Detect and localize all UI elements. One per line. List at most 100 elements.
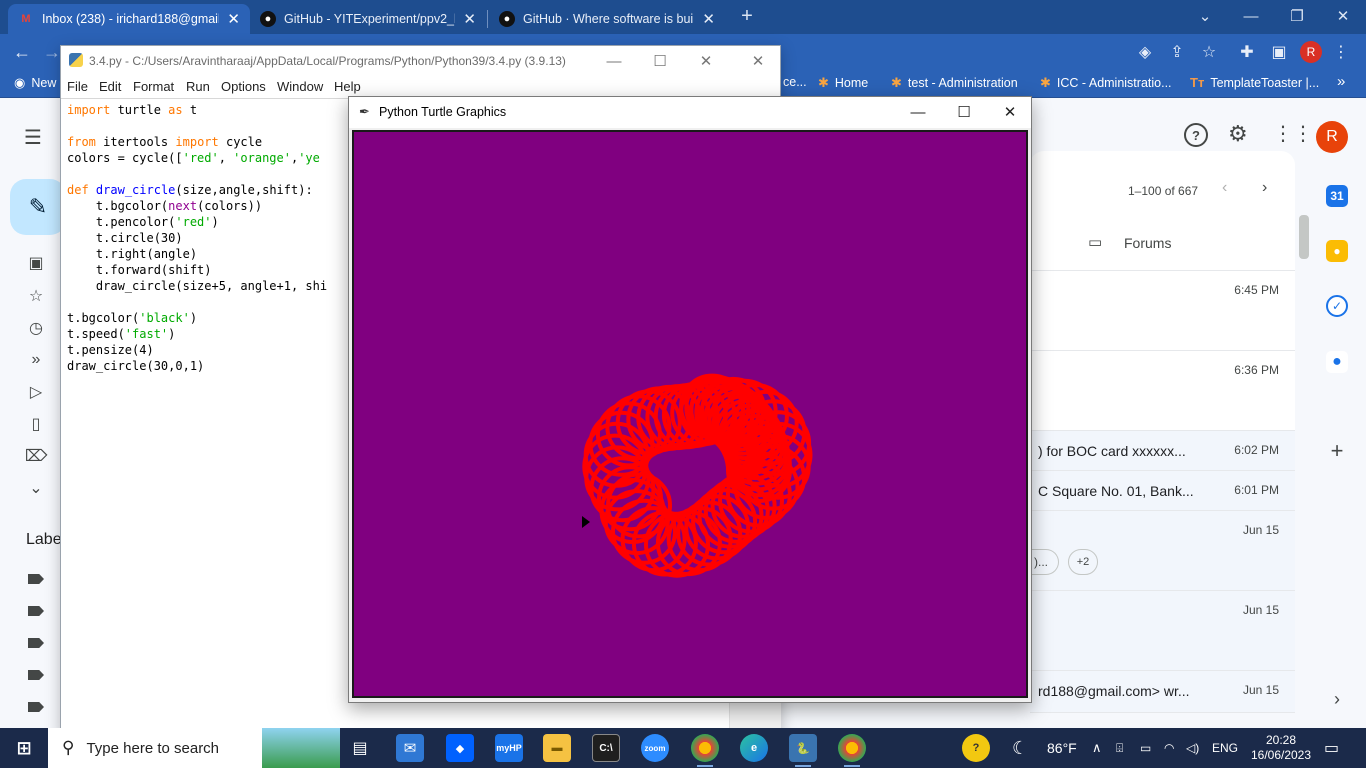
share-icon[interactable]: ⇪	[1166, 41, 1188, 63]
label-icon[interactable]	[28, 574, 44, 584]
edge-icon[interactable]: e	[740, 734, 768, 762]
translate-icon[interactable]: ◈	[1134, 41, 1156, 63]
calendar-icon[interactable]: 31	[1326, 185, 1348, 207]
email-row[interactable]: C Square No. 01, Bank... 6:01 PM	[1030, 471, 1295, 511]
close-icon[interactable]: ✕	[987, 97, 1033, 127]
maximize-icon[interactable]: ☐	[637, 46, 683, 76]
close-window-icon[interactable]: ✕	[1320, 0, 1366, 32]
menu-edit[interactable]: Edit	[99, 79, 121, 94]
file-explorer-icon[interactable]: ▬	[543, 734, 571, 762]
weather-moon-icon[interactable]: ☾	[1012, 728, 1028, 768]
main-menu-icon[interactable]: ☰	[24, 125, 48, 149]
bookmarks-overflow-button[interactable]: »	[1337, 73, 1345, 90]
show-hidden-icons-icon[interactable]: ∧	[1092, 728, 1102, 768]
label-icon[interactable]	[28, 702, 44, 712]
next-page-icon[interactable]: ›	[1262, 179, 1267, 197]
expand-side-panel-icon[interactable]: ›	[1326, 688, 1348, 710]
add-addon-icon[interactable]: +	[1326, 438, 1348, 463]
terminal-icon[interactable]: C:\	[592, 734, 620, 762]
help-icon[interactable]: ?	[1184, 123, 1208, 147]
email-row[interactable]: ) for BOC card xxxxxx... 6:02 PM	[1030, 431, 1295, 471]
minimize-icon[interactable]: —	[895, 97, 941, 127]
chrome-profile-icon[interactable]	[691, 734, 719, 767]
email-row[interactable]: rd188@gmail.com> wr... Jun 15	[1030, 671, 1295, 713]
bookmark-home[interactable]: ✱ Home	[818, 75, 868, 91]
volume-icon[interactable]: ◁)	[1186, 728, 1199, 768]
snoozed-icon[interactable]: ◷	[22, 317, 50, 339]
python-idle-icon[interactable]: 🐍	[789, 734, 817, 767]
minimize-icon[interactable]: —	[591, 46, 637, 76]
clock[interactable]: 20:28 16/06/2023	[1250, 728, 1312, 768]
task-view-icon[interactable]: ▤	[346, 734, 374, 762]
starred-icon[interactable]: ☆	[22, 285, 50, 307]
bookmark-ce[interactable]: ce...	[783, 75, 807, 89]
myhp-icon[interactable]: myHP	[495, 734, 523, 762]
tab-github-ppv2[interactable]: ● GitHub - YITExperiment/ppv2_le ✕	[250, 4, 486, 34]
restore-icon[interactable]: ❐	[1274, 0, 1320, 32]
close-icon[interactable]: ✕	[702, 10, 715, 28]
menu-file[interactable]: File	[67, 79, 88, 94]
prev-page-icon[interactable]: ‹	[1222, 179, 1227, 197]
menu-run[interactable]: Run	[186, 79, 210, 94]
label-icon[interactable]	[28, 638, 44, 648]
settings-gear-icon[interactable]: ⚙	[1228, 121, 1248, 147]
bookmark-star-icon[interactable]: ☆	[1198, 41, 1220, 63]
chrome-icon[interactable]	[838, 734, 866, 767]
turtle-canvas[interactable]	[352, 130, 1028, 698]
sent-icon[interactable]: ▷	[22, 381, 50, 403]
weather-temperature[interactable]: 86°F	[1047, 728, 1077, 768]
bookmark-icc-admin[interactable]: ✱ ICC - Administratio...	[1040, 75, 1172, 91]
categories-icon[interactable]: ⌦	[22, 445, 50, 467]
mail-icon[interactable]: ✉	[396, 734, 424, 762]
notifications-icon[interactable]: ▭	[1324, 728, 1339, 768]
more-chevron-icon[interactable]: ⌄	[22, 477, 50, 499]
new-tab-button[interactable]: +	[733, 0, 761, 32]
maximize-icon[interactable]: ☐	[941, 97, 987, 127]
gmail-profile-avatar[interactable]: R	[1316, 121, 1348, 153]
drafts-icon[interactable]: ▯	[22, 413, 50, 435]
more-attachments-chip[interactable]: +2	[1068, 549, 1098, 575]
keep-icon[interactable]: ●	[1326, 240, 1348, 262]
important-icon[interactable]: »	[22, 349, 50, 371]
menu-window[interactable]: Window	[277, 79, 323, 94]
apps-grid-icon[interactable]: ⋮⋮	[1273, 121, 1313, 146]
bookmark-templatetoaster[interactable]: Tт TemplateToaster |...	[1190, 75, 1319, 90]
contacts-icon[interactable]: ●	[1326, 351, 1348, 373]
tab-search-icon[interactable]: ⌄	[1182, 0, 1228, 32]
battery-icon[interactable]: ▭	[1140, 728, 1151, 768]
tasks-icon[interactable]: ✓	[1326, 295, 1348, 317]
chrome-menu-icon[interactable]: ⋮	[1330, 41, 1352, 63]
side-panel-icon[interactable]: ▣	[1268, 41, 1290, 63]
dropbox-icon[interactable]: ◆	[446, 734, 474, 762]
close-icon[interactable]: ✕	[735, 46, 781, 76]
minimize-icon[interactable]: —	[1228, 0, 1274, 32]
tab-gmail-inbox[interactable]: M Inbox (238) - irichard188@gmail. ✕	[8, 4, 250, 34]
windows-start-icon[interactable]: ⊞	[10, 734, 38, 762]
compose-button[interactable]: ✎	[10, 179, 66, 235]
label-icon[interactable]	[28, 670, 44, 680]
inbox-icon[interactable]: ▣	[22, 252, 50, 274]
close-icon[interactable]: ✕	[463, 10, 476, 28]
email-row[interactable]: Jun 15	[1030, 591, 1295, 671]
back-arrow-icon[interactable]: ←	[10, 41, 34, 63]
language-indicator[interactable]: ENG	[1212, 728, 1238, 768]
wifi-icon[interactable]: ◠	[1164, 728, 1174, 768]
extensions-icon[interactable]: ✚	[1236, 41, 1258, 63]
bookmark-new[interactable]: ◉ New	[14, 75, 56, 91]
label-icon[interactable]	[28, 606, 44, 616]
close-icon[interactable]: ✕	[683, 46, 729, 76]
menu-format[interactable]: Format	[133, 79, 174, 94]
email-row[interactable]: 6:45 PM	[1030, 271, 1295, 351]
attachment-chip[interactable]: )...	[1030, 549, 1059, 575]
bookmark-test-admin[interactable]: ✱ test - Administration	[891, 75, 1018, 91]
menu-options[interactable]: Options	[221, 79, 266, 94]
close-icon[interactable]: ✕	[227, 10, 240, 28]
email-row[interactable]: Jun 15 )... +2	[1030, 511, 1295, 591]
zoom-icon[interactable]: zoom	[641, 734, 669, 762]
chrome-profile-avatar[interactable]: R	[1300, 41, 1322, 63]
list-scrollbar-thumb[interactable]	[1299, 215, 1309, 259]
taskbar-search-box[interactable]: ⚲ Type here to search	[48, 728, 340, 768]
email-row[interactable]: 6:36 PM	[1030, 351, 1295, 431]
tab-github-home[interactable]: ● GitHub · Where software is built ✕	[489, 4, 725, 34]
tab-forums[interactable]: Forums	[1124, 235, 1171, 251]
